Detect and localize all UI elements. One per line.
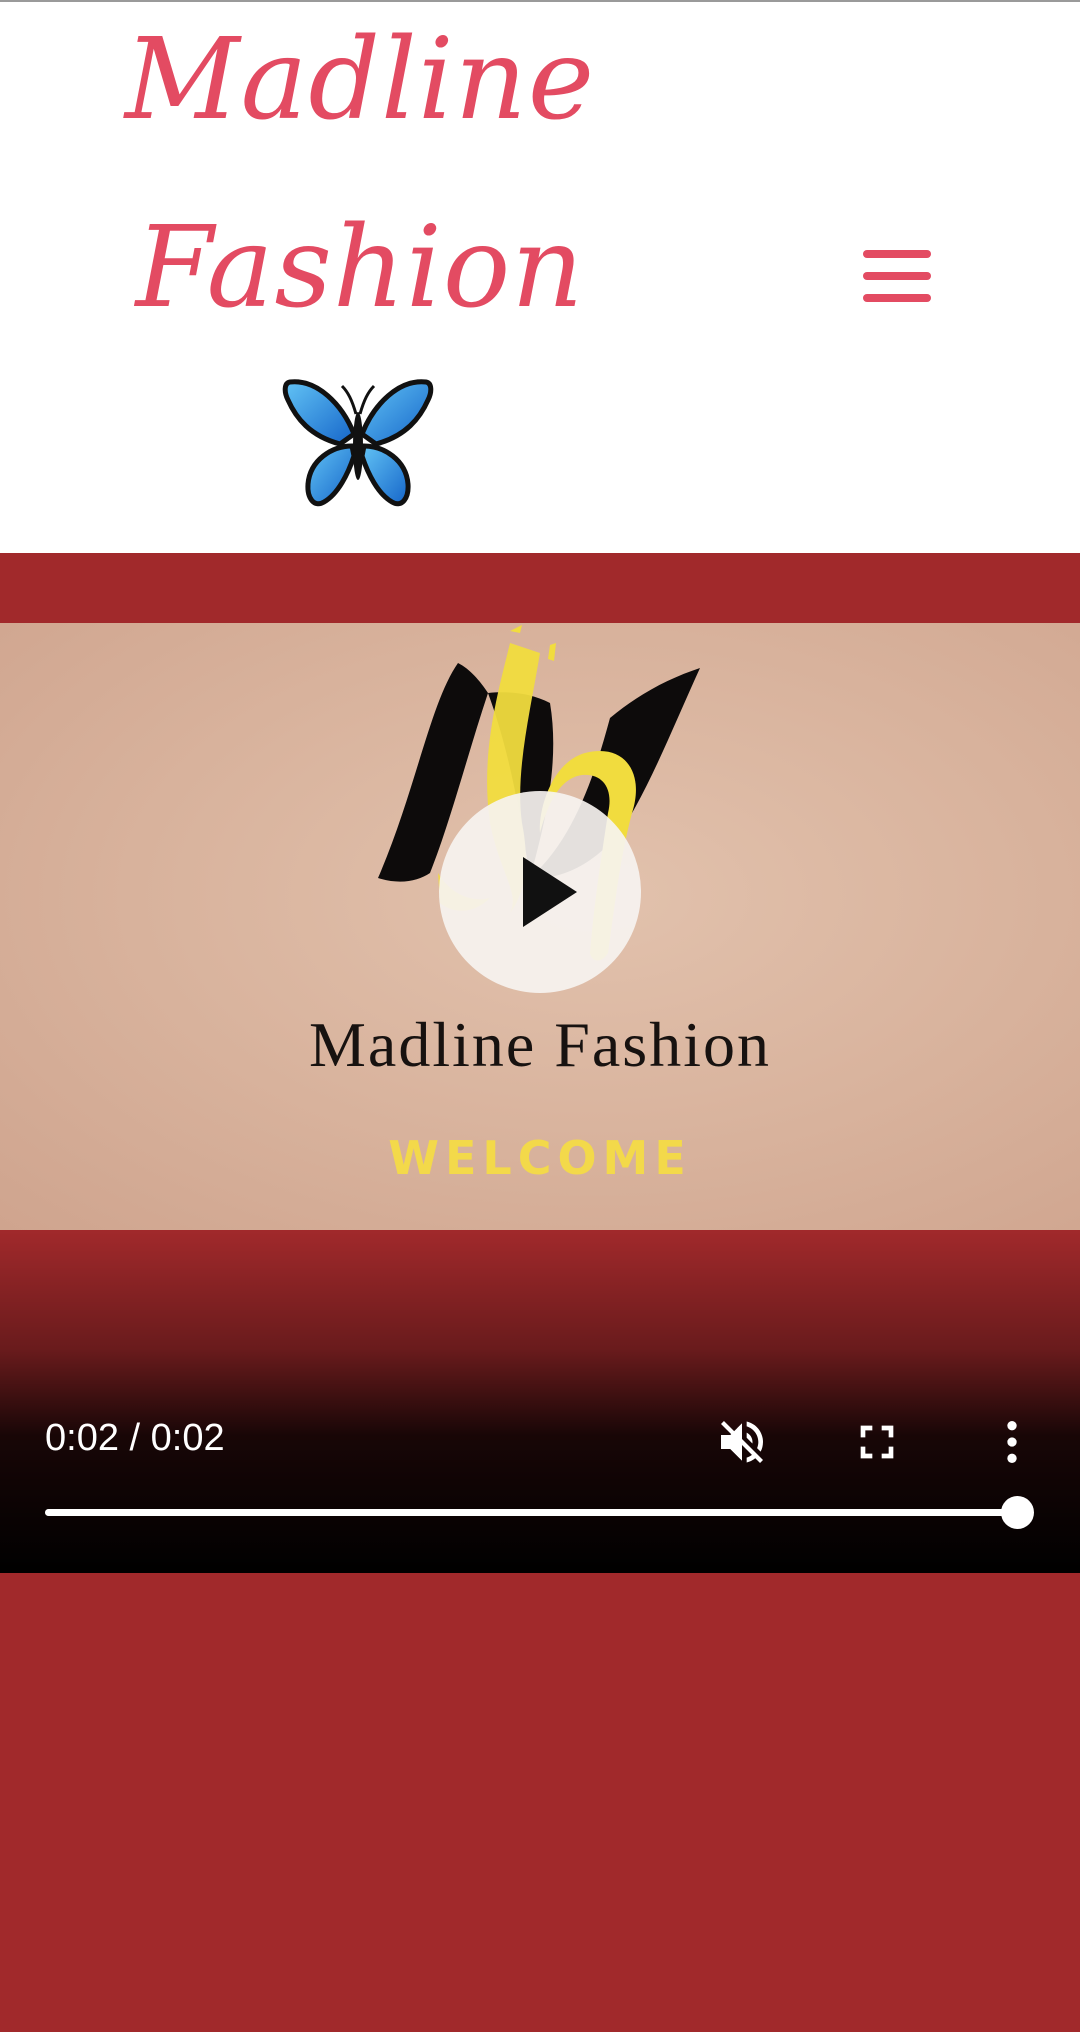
video-welcome-text: WELCOME [388,1131,692,1185]
brand-title-line-1[interactable]: Madline [120,24,600,136]
video-logo-text: Madline Fashion [309,1009,771,1080]
volume-muted-icon [721,1421,764,1463]
butterfly-icon [282,379,434,507]
play-button[interactable] [439,791,641,993]
fullscreen-icon [860,1425,894,1459]
video-frame[interactable]: Madline Fashion WELCOME [0,623,1080,1230]
video-controls: 0:02 / 0:02 [0,1230,1080,1573]
hamburger-menu-button[interactable] [860,248,934,306]
hamburger-menu-icon-bar [863,272,931,280]
progress-bar[interactable] [45,1496,1034,1529]
hamburger-menu-icon-bar [863,294,931,302]
brand-title-line-2[interactable]: Fashion [120,212,600,324]
more-vertical-icon [1007,1421,1017,1463]
fullscreen-button[interactable] [849,1414,905,1470]
mute-button[interactable] [714,1414,770,1470]
more-options-button[interactable] [984,1414,1040,1470]
progress-scrubber-handle[interactable] [1001,1496,1034,1529]
time-display: 0:02 / 0:02 [45,1417,225,1459]
hamburger-menu-icon-bar [863,250,931,258]
site-header: Madline Fashion [0,0,1080,553]
progress-fill [45,1509,1017,1516]
video-player[interactable]: Madline Fashion WELCOME 0:02 / 0:02 [0,553,1080,1573]
play-icon [523,857,577,927]
